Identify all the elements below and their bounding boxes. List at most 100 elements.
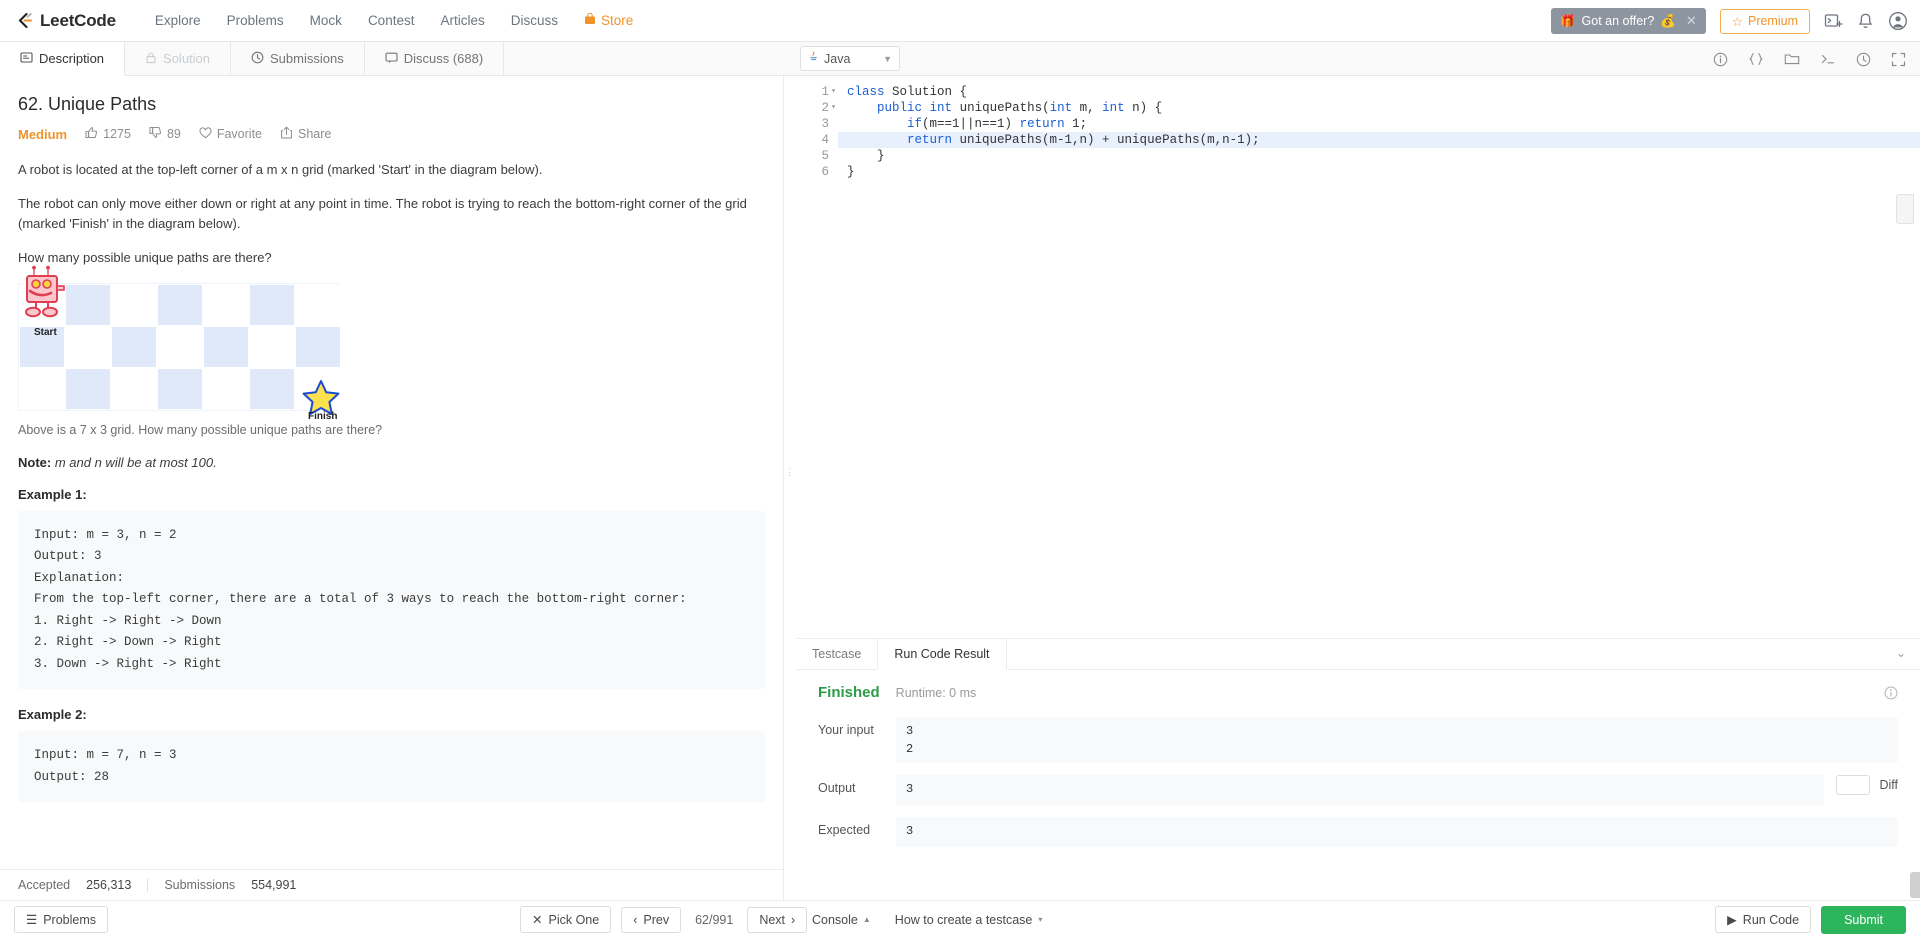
grid-cell — [249, 283, 295, 326]
tab-run-code-result[interactable]: Run Code Result — [877, 639, 1007, 670]
result-row-your-input: Your input 3 2 — [818, 717, 1898, 763]
grid-cell — [65, 325, 111, 368]
submit-label: Submit — [1844, 912, 1883, 927]
note-text: m and n will be at most 100. — [54, 454, 217, 470]
result-status-row: Finished Runtime: 0 ms — [818, 684, 1898, 701]
tab-testcase[interactable]: Testcase — [796, 639, 877, 669]
fold-arrow-icon[interactable]: ▾ — [831, 84, 836, 100]
info-icon[interactable] — [1713, 52, 1728, 67]
unique-paths-diagram: Start Finish — [18, 265, 341, 422]
nav-link-contest[interactable]: Contest — [355, 0, 428, 42]
split-drag-handle[interactable]: ⋮ — [784, 76, 796, 869]
clock-icon — [251, 51, 264, 67]
nav-link-discuss[interactable]: Discuss — [498, 0, 571, 42]
shuffle-icon: ✕ — [532, 913, 543, 927]
code-line: } — [847, 149, 885, 163]
line-number: 5 — [821, 149, 829, 163]
example-2-code: Input: m = 7, n = 3 Output: 28 — [18, 731, 765, 803]
code-area: 1 ▾ 2 ▾ 3 4 5 6 class Solution { public int uni… — [796, 76, 1920, 180]
reset-icon[interactable] — [1856, 52, 1871, 67]
example-2-heading: Example 2: — [18, 707, 87, 723]
dislike-count: 89 — [166, 127, 181, 141]
like-count: 1275 — [103, 127, 131, 141]
problem-tabbar: Description Solution Submissions Discuss… — [0, 42, 1920, 76]
grid-cell — [249, 325, 295, 368]
nav-link-articles[interactable]: Articles — [427, 0, 497, 42]
problem-paragraph-2: The robot can only move either down or r… — [18, 196, 747, 232]
result-panel: Testcase Run Code Result ⌄ Finished Runt… — [796, 639, 1920, 869]
fold-arrow-icon[interactable]: ▾ — [831, 100, 836, 116]
diff-toggle[interactable] — [1836, 775, 1871, 795]
format-braces-icon[interactable] — [1748, 52, 1764, 66]
run-code-label: Run Code — [1742, 912, 1800, 927]
accepted-label: Accepted — [18, 878, 71, 892]
editor-side-toggle[interactable] — [1896, 194, 1914, 224]
next-button[interactable]: Next › — [747, 906, 808, 933]
pick-one-button[interactable]: ✕ Pick One — [520, 906, 612, 933]
line-number: 6 — [821, 165, 829, 179]
grid-cell — [157, 325, 203, 368]
nav-link-mock[interactable]: Mock — [297, 0, 355, 42]
favorite-button[interactable]: Favorite — [199, 126, 262, 142]
run-submit-group: ▶ Run Code Submit — [1715, 905, 1906, 934]
gift-icon: 🎁 — [1559, 13, 1576, 28]
nav-link-store[interactable]: Store — [571, 0, 646, 42]
problems-button[interactable]: ☰ Problems — [14, 906, 109, 933]
dislike-button[interactable]: 89 — [149, 126, 181, 142]
code-editor[interactable]: 1 ▾ 2 ▾ 3 4 5 6 class Solution { public int uni… — [796, 76, 1920, 639]
line-number: 4 — [821, 133, 829, 147]
problem-navigation-group: ✕ Pick One ‹ Prev 62/991 Next › — [520, 906, 808, 933]
prev-button[interactable]: ‹ Prev — [621, 906, 682, 933]
top-navbar: LeetCode Explore Problems Mock Contest A… — [0, 0, 1920, 42]
user-avatar-icon[interactable] — [1888, 11, 1908, 31]
console-toggle-icon[interactable] — [1820, 52, 1836, 66]
got-an-offer-banner[interactable]: 🎁 Got an offer? 💰 ✕ — [1550, 8, 1706, 34]
console-group: Console ▲ How to create a testcase ▾ — [812, 913, 1042, 927]
problem-description-pane[interactable]: 62. Unique Paths Medium 1275 89 Favorite — [0, 76, 784, 869]
thumbs-up-icon — [85, 126, 98, 142]
folder-icon[interactable] — [1784, 52, 1800, 66]
chevron-down-icon: ▾ — [1038, 915, 1043, 924]
bell-icon[interactable] — [1857, 12, 1874, 30]
grid-cell — [157, 367, 203, 410]
tab-discuss[interactable]: Discuss (688) — [364, 42, 505, 75]
like-button[interactable]: 1275 — [85, 126, 131, 142]
leetcode-logo[interactable]: LeetCode — [14, 11, 116, 31]
tab-description[interactable]: Description — [0, 42, 126, 76]
premium-button[interactable]: ☆ Premium — [1719, 8, 1810, 34]
diagram-caption: Above is a 7 x 3 grid. How many possible… — [18, 422, 383, 437]
language-select[interactable]: Java ▼ — [800, 46, 900, 71]
diff-label: Diff — [1879, 778, 1898, 792]
submit-button[interactable]: Submit — [1821, 905, 1906, 934]
grid-cell — [249, 367, 295, 410]
brand-text: LeetCode — [40, 10, 116, 30]
thumbs-down-icon — [149, 126, 162, 142]
share-button[interactable]: Share — [280, 126, 331, 142]
output-label: Output — [818, 781, 856, 795]
close-icon[interactable]: ✕ — [1686, 13, 1697, 29]
finish-label: Finish — [308, 410, 338, 422]
result-row-output: Output 3 Diff — [818, 775, 1898, 805]
new-post-icon[interactable] — [1824, 12, 1843, 31]
fullscreen-icon[interactable] — [1891, 52, 1906, 67]
grid-cell — [111, 325, 157, 368]
console-button[interactable]: Console ▲ — [812, 913, 871, 927]
tab-submissions[interactable]: Submissions — [231, 42, 365, 75]
run-code-button[interactable]: ▶ Run Code — [1715, 906, 1812, 933]
code-line: class Solution { — [847, 85, 968, 99]
code-line: public int uniquePaths(int m, int n) { — [877, 101, 1163, 115]
robot-icon — [22, 265, 68, 327]
code-line: if(m==1||n==1) return 1; — [907, 117, 1088, 131]
code-lines: class Solution { public int uniquePaths(… — [838, 84, 1920, 180]
how-to-create-testcase-link[interactable]: How to create a testcase ▾ — [895, 913, 1043, 927]
scroll-to-top-tab[interactable] — [1910, 872, 1920, 898]
nav-link-problems[interactable]: Problems — [214, 0, 297, 42]
result-row-expected: Expected 3 — [818, 817, 1898, 847]
nav-link-explore[interactable]: Explore — [142, 0, 214, 42]
page-title: 62. Unique Paths — [18, 94, 157, 114]
description-icon — [20, 51, 33, 67]
chevron-down-icon[interactable]: ⌄ — [1896, 646, 1906, 660]
info-icon[interactable] — [1884, 686, 1898, 703]
tab-solution[interactable]: Solution — [125, 42, 232, 75]
accepted-value: 256,313 — [86, 878, 132, 892]
